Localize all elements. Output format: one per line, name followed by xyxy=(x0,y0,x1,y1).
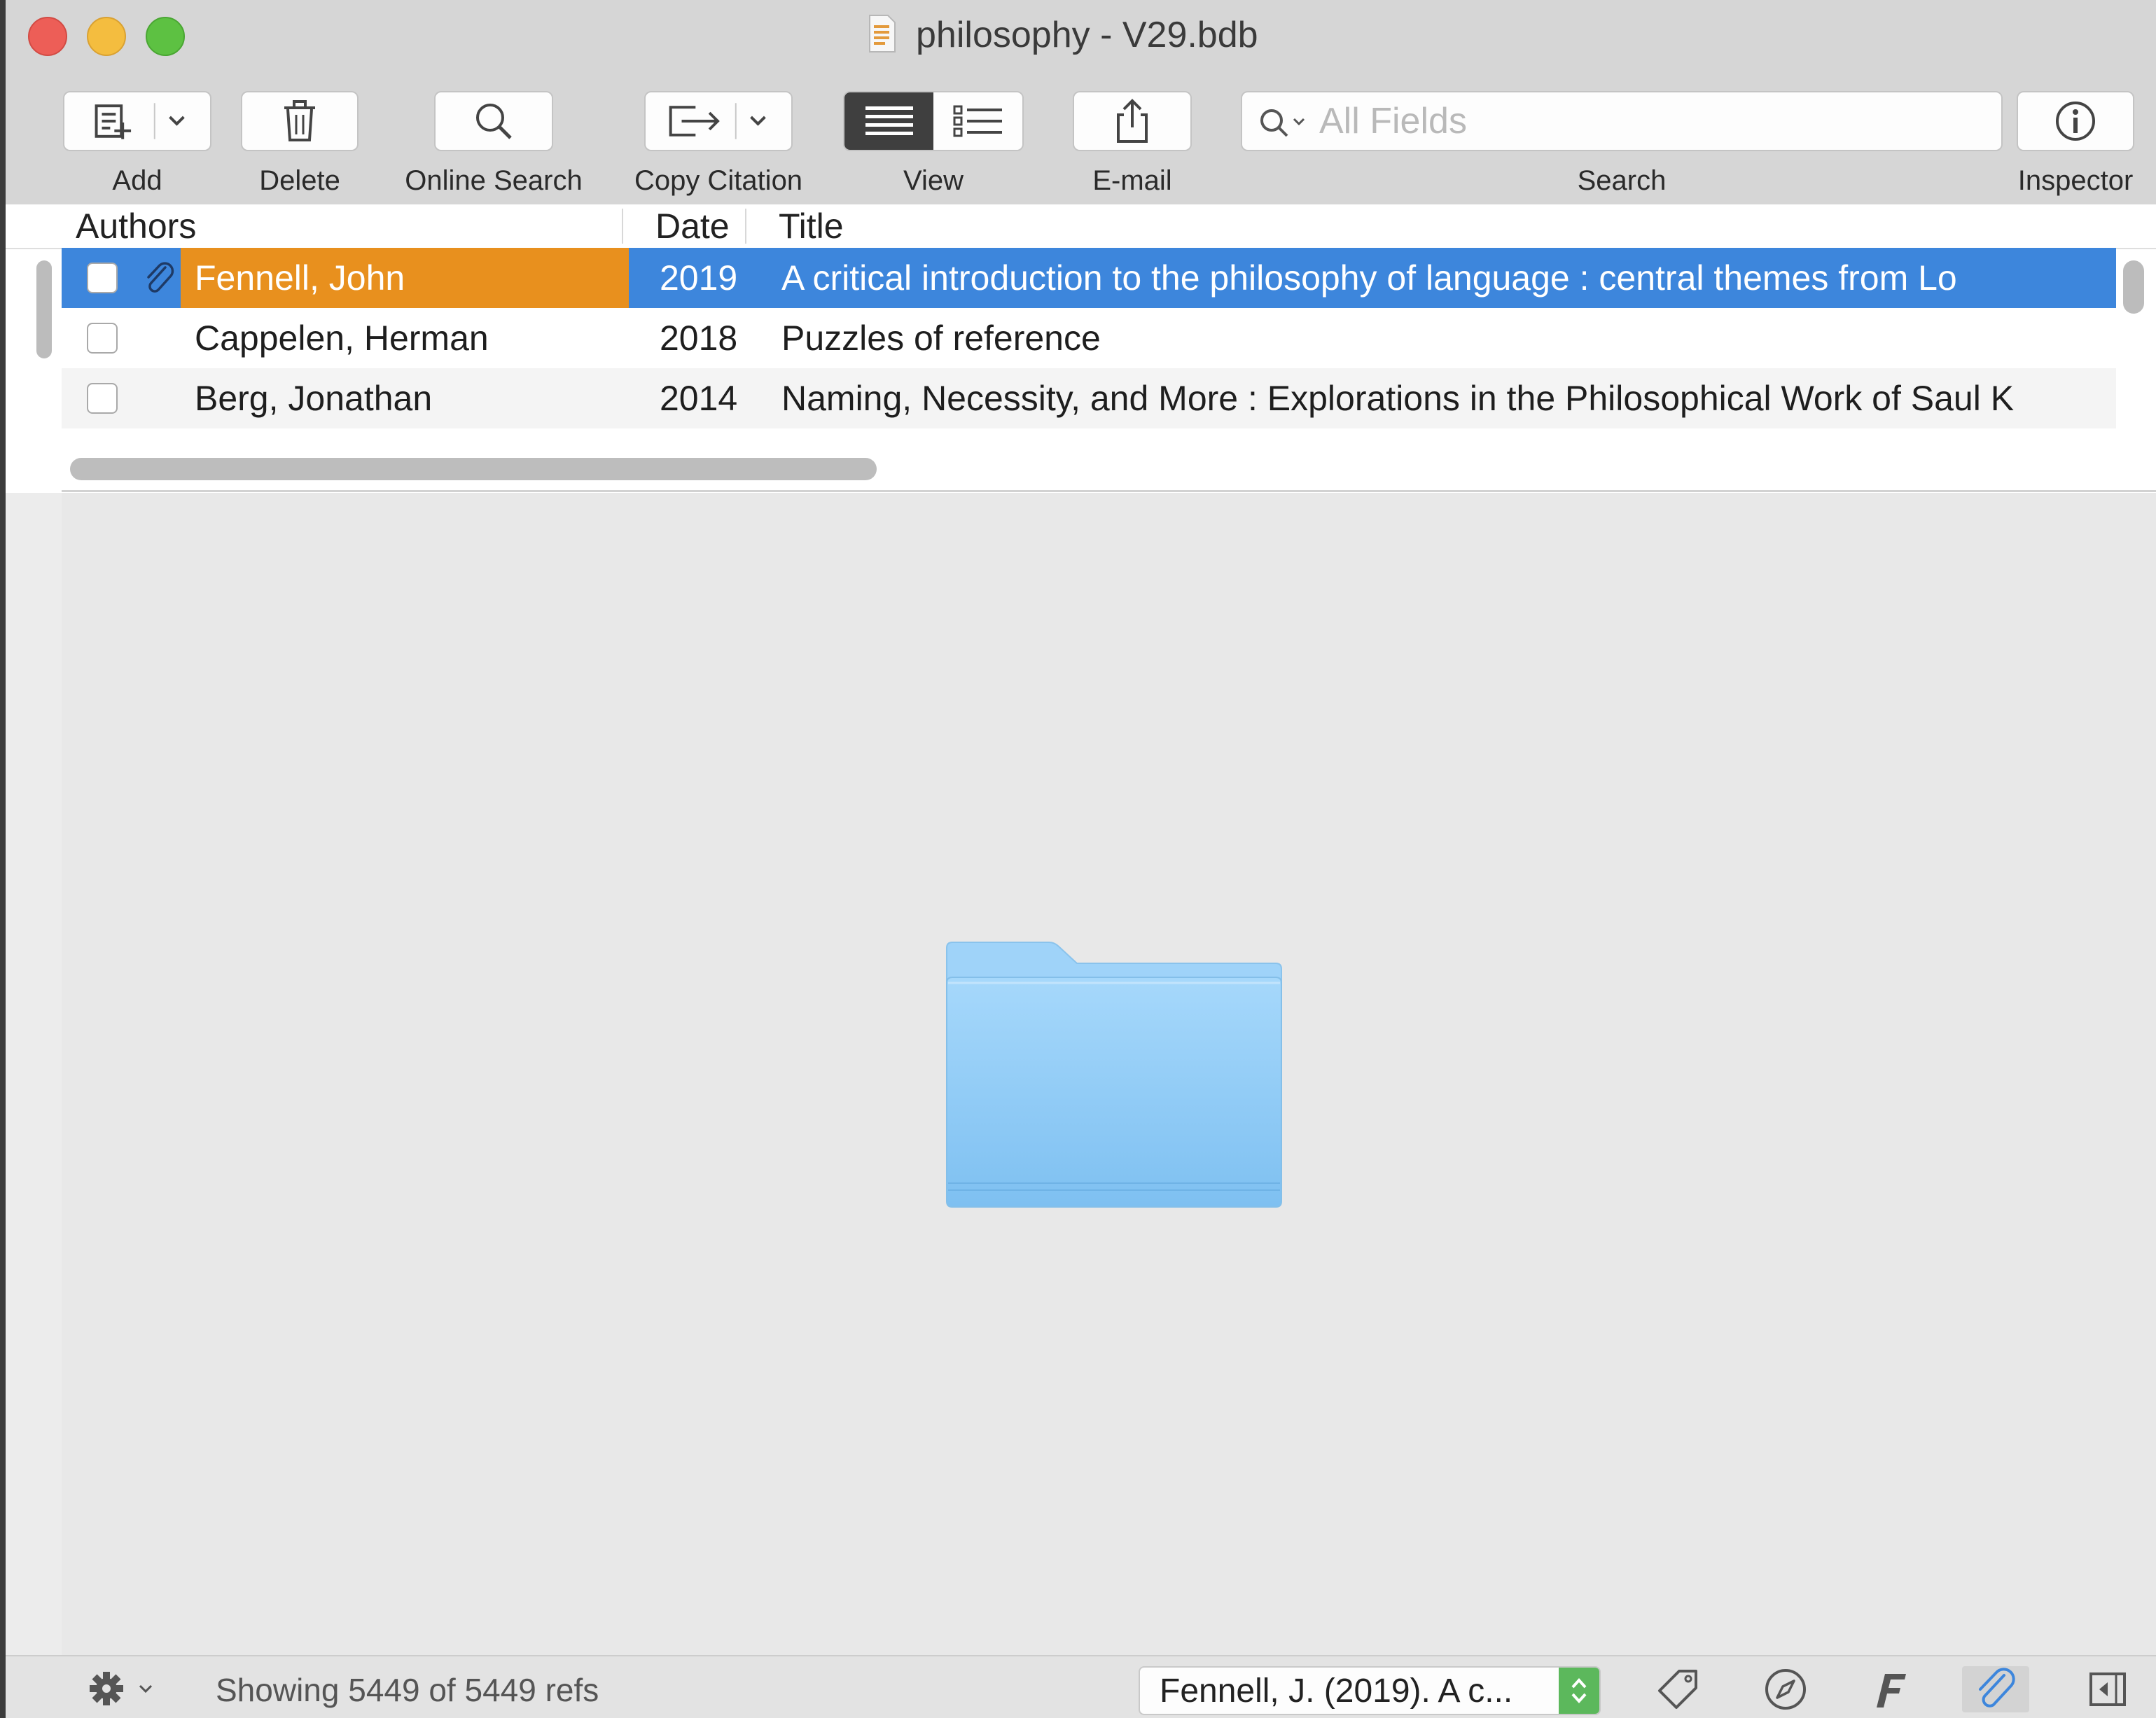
document-icon xyxy=(869,15,896,53)
row-checkbox[interactable] xyxy=(87,383,118,414)
search-icon xyxy=(1260,109,1305,137)
gear-icon[interactable] xyxy=(88,1670,165,1707)
list-view-icon xyxy=(865,106,913,135)
inspector-label: Inspector xyxy=(2017,165,2134,196)
column-divider[interactable] xyxy=(622,209,623,244)
pane-divider[interactable] xyxy=(62,490,2156,492)
add-button[interactable] xyxy=(63,91,211,151)
magnifier-icon xyxy=(476,104,512,139)
column-divider[interactable] xyxy=(745,209,746,244)
author-cell: Berg, Jonathan xyxy=(195,379,433,418)
copy-citation-label: Copy Citation xyxy=(634,165,803,196)
citation-style-select[interactable]: Fennell, J. (2019). A c... xyxy=(1139,1666,1601,1715)
title-cell: A critical introduction to the philosoph… xyxy=(781,258,1957,298)
horizontal-scrollbar-thumb[interactable] xyxy=(70,458,877,480)
export-icon xyxy=(669,103,766,139)
share-icon xyxy=(1117,99,1148,143)
inspector-button[interactable] xyxy=(2017,91,2134,151)
vertical-scrollbar-thumb[interactable] xyxy=(2123,260,2144,314)
author-cell: Cappelen, Herman xyxy=(195,319,489,358)
email-label: E-mail xyxy=(1092,165,1172,196)
status-bar: Showing 5449 of 5449 refs Fennell, J. (2… xyxy=(6,1655,2156,1718)
font-icon[interactable] xyxy=(1865,1666,1919,1712)
toolbar-area: philosophy - V29.bdb Add Delete Online S… xyxy=(6,0,2156,206)
trash-icon xyxy=(284,100,315,141)
search-field[interactable] xyxy=(1241,91,2003,151)
table-header: Authors Date Title xyxy=(6,204,2156,249)
left-gutter xyxy=(6,493,63,1718)
app-window: philosophy - V29.bdb Add Delete Online S… xyxy=(6,0,2156,1718)
delete-button[interactable] xyxy=(241,91,359,151)
search-label: Search xyxy=(1577,165,1667,196)
date-cell: 2014 xyxy=(660,379,738,418)
reference-table: Authors Date Title Fennell, John 2019 A … xyxy=(6,204,2156,493)
column-header-authors[interactable]: Authors xyxy=(76,206,196,246)
view-mode-control[interactable] xyxy=(843,91,1024,151)
minimize-window-button[interactable] xyxy=(87,17,126,56)
zoom-window-button[interactable] xyxy=(146,17,185,56)
online-search-label: Online Search xyxy=(405,165,583,196)
folder-icon[interactable] xyxy=(937,934,1287,1214)
sidebar-toggle-icon[interactable] xyxy=(2081,1666,2134,1712)
view-label: View xyxy=(903,165,964,196)
table-row[interactable]: Fennell, John 2019 A critical introducti… xyxy=(62,248,2116,308)
tag-icon[interactable] xyxy=(1651,1666,1704,1712)
add-label: Add xyxy=(112,165,162,196)
info-icon xyxy=(2056,102,2095,141)
add-reference-icon xyxy=(95,103,185,139)
paperclip-icon xyxy=(147,262,174,293)
list-view-toggle[interactable] xyxy=(844,92,933,150)
file-preview-pane xyxy=(62,493,2156,1655)
search-input[interactable] xyxy=(1319,99,1977,143)
delete-label: Delete xyxy=(259,165,340,196)
title-cell: Naming, Necessity, and More : Exploratio… xyxy=(781,379,2015,418)
online-search-button[interactable] xyxy=(434,91,553,151)
paperclip-icon[interactable] xyxy=(1962,1666,2029,1712)
compass-icon[interactable] xyxy=(1759,1666,1812,1712)
window-title: philosophy - V29.bdb xyxy=(916,15,1258,55)
row-checkbox[interactable] xyxy=(87,263,118,293)
citation-preview-text: Fennell, J. (2019). A c... xyxy=(1160,1672,1513,1710)
title-cell: Puzzles of reference xyxy=(781,319,1101,358)
copy-citation-button[interactable] xyxy=(644,91,793,151)
row-checkbox[interactable] xyxy=(87,323,118,354)
detail-view-toggle[interactable] xyxy=(933,92,1022,150)
desktop-edge xyxy=(0,0,6,1718)
stepper-icon[interactable] xyxy=(1559,1668,1599,1714)
table-row[interactable]: Cappelen, Herman 2018 Puzzles of referen… xyxy=(62,308,2116,368)
status-text: Showing 5449 of 5449 refs xyxy=(216,1672,599,1708)
date-cell: 2019 xyxy=(660,258,738,298)
column-header-title[interactable]: Title xyxy=(779,206,844,246)
email-button[interactable] xyxy=(1073,91,1192,151)
author-cell: Fennell, John xyxy=(195,258,405,298)
bulleted-list-icon xyxy=(953,105,1002,137)
close-window-button[interactable] xyxy=(28,17,67,56)
left-scrollbar-thumb[interactable] xyxy=(36,260,52,358)
date-cell: 2018 xyxy=(660,319,738,358)
table-row[interactable]: Berg, Jonathan 2014 Naming, Necessity, a… xyxy=(62,368,2116,428)
column-header-date[interactable]: Date xyxy=(655,206,730,246)
